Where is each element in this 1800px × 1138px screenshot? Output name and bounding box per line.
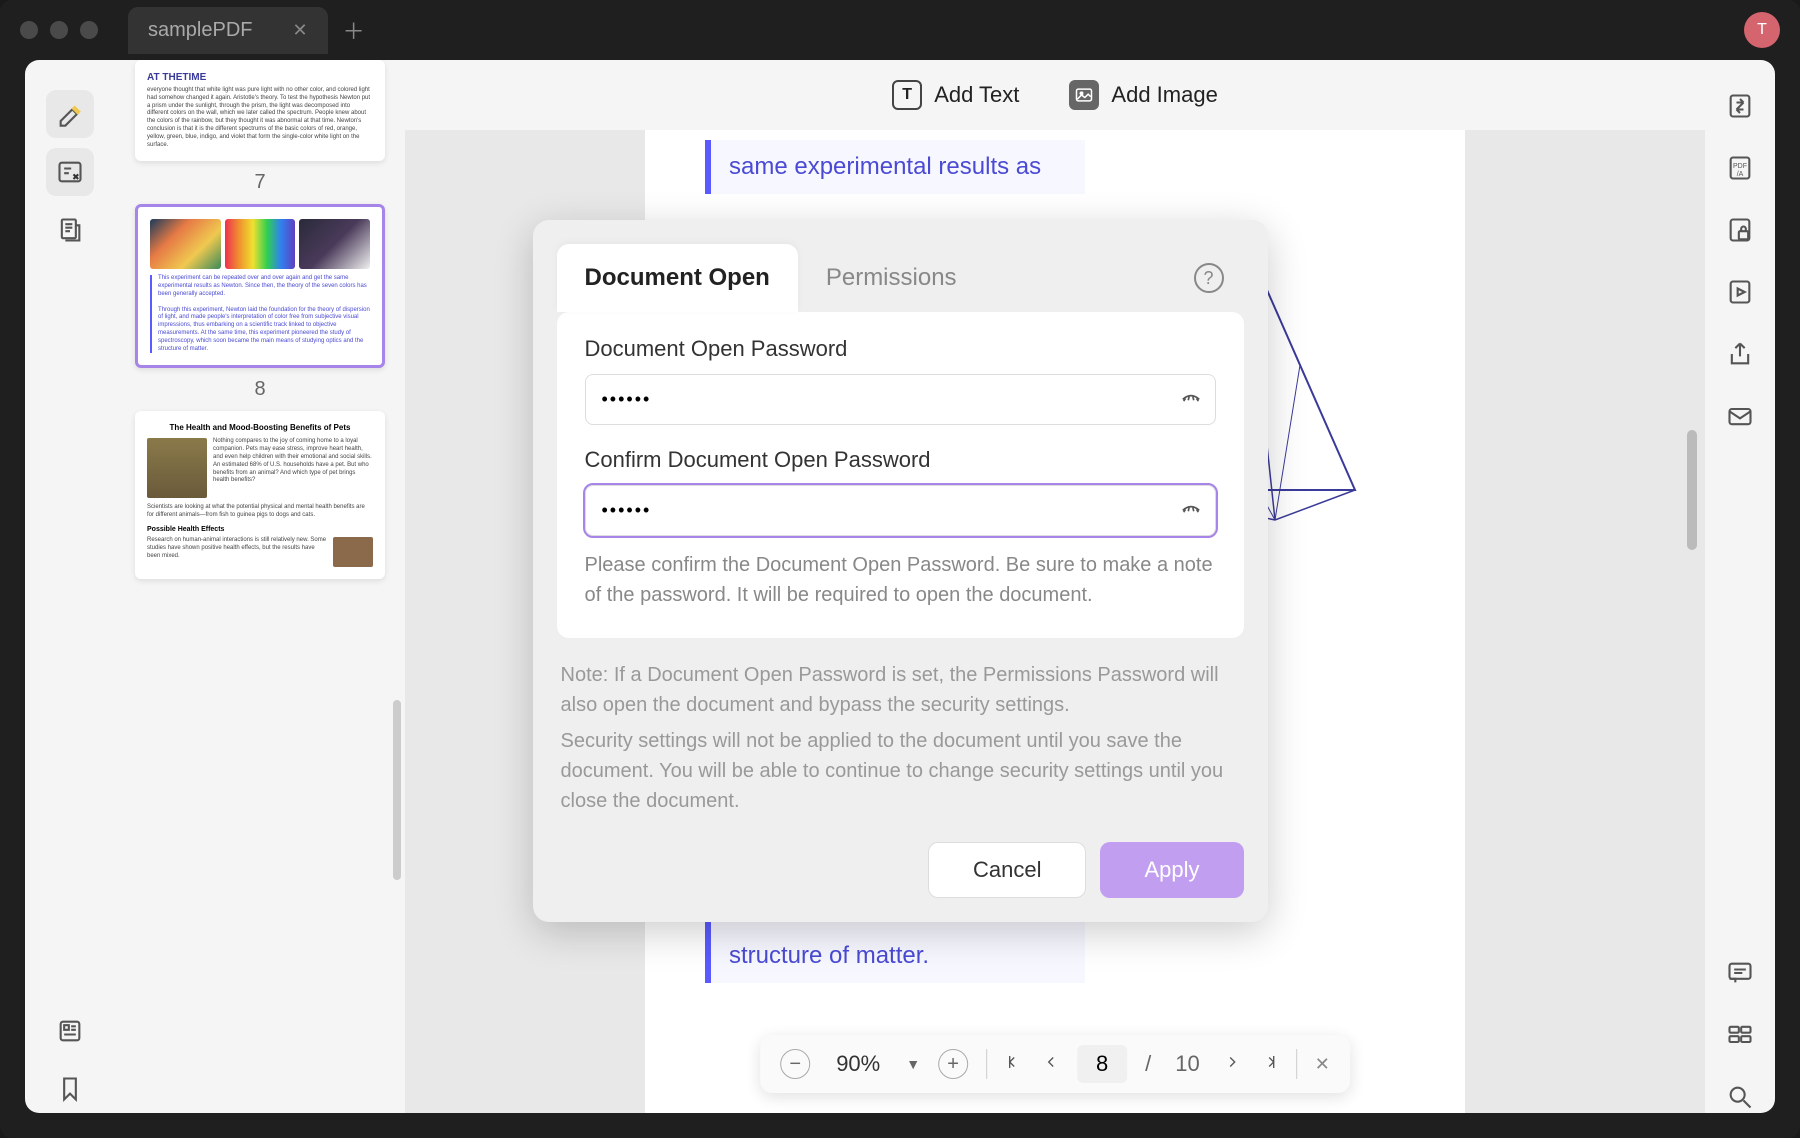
maximize-window-button[interactable] (80, 21, 98, 39)
modal-note: Security settings will not be applied to… (561, 726, 1240, 816)
confirm-password-label: Confirm Document Open Password (585, 447, 1216, 473)
tab-document-open[interactable]: Document Open (557, 244, 798, 312)
password-input[interactable] (585, 374, 1216, 425)
tab-permissions[interactable]: Permissions (798, 244, 985, 312)
security-modal: Document Open Permissions ? Document Ope… (533, 220, 1268, 922)
modal-overlay: Document Open Permissions ? Document Ope… (25, 60, 1775, 1113)
traffic-lights (20, 21, 98, 39)
cancel-button[interactable]: Cancel (928, 842, 1086, 898)
show-password-icon[interactable] (1180, 386, 1202, 413)
minimize-window-button[interactable] (50, 21, 68, 39)
confirm-help-text: Please confirm the Document Open Passwor… (585, 550, 1216, 610)
password-label: Document Open Password (585, 336, 1216, 362)
apply-button[interactable]: Apply (1100, 842, 1243, 898)
tab-title: samplePDF (148, 19, 252, 42)
new-tab-button[interactable]: ＋ (343, 14, 365, 46)
modal-note: Note: If a Document Open Password is set… (561, 660, 1240, 720)
confirm-password-input[interactable] (585, 485, 1216, 536)
show-password-icon[interactable] (1180, 497, 1202, 524)
user-avatar[interactable]: T (1744, 12, 1780, 48)
close-window-button[interactable] (20, 21, 38, 39)
document-tab[interactable]: samplePDF ✕ (128, 7, 328, 54)
help-icon[interactable]: ? (1194, 263, 1224, 293)
titlebar: samplePDF ✕ ＋ T (0, 0, 1800, 60)
close-tab-icon[interactable]: ✕ (292, 20, 307, 41)
